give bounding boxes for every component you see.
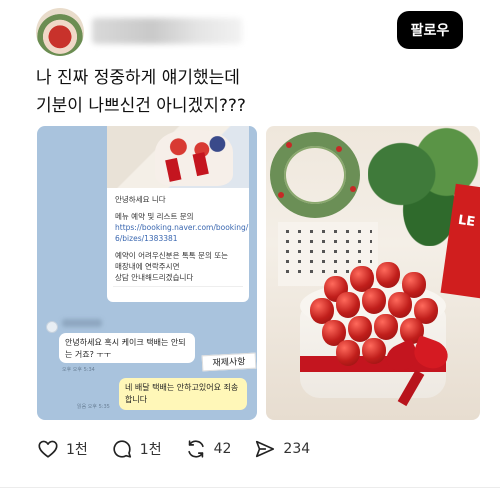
like-count: 1천 (66, 442, 88, 458)
strawberry (362, 288, 386, 314)
post-text-line-2: 기분이 나쁘신건 아니겠지??? (36, 96, 246, 116)
wreath-berry (278, 192, 284, 198)
card-notice-line-1: 예약이 어려우신분은 톡톡 문의 또는 (115, 251, 229, 260)
strawberry (376, 262, 400, 288)
share-button[interactable]: 234 (253, 436, 310, 462)
heart-icon (36, 437, 60, 461)
comment-count: 1천 (139, 442, 162, 458)
card-greeting: 안녕하세요 니다 (115, 195, 166, 204)
share-count: 234 (283, 441, 311, 457)
wreath-decoration (270, 132, 360, 218)
cake-photo-image[interactable]: LE (266, 126, 480, 420)
like-button[interactable]: 1천 (36, 436, 88, 462)
card-notice-line-3: 상담 안내해드리겠습니다 (115, 273, 194, 282)
avatar[interactable] (36, 8, 84, 56)
chat-info-card: 안녕하세요 니다 메뉴 예약 및 리스트 문의 https://booking.… (107, 126, 249, 302)
strawberry (362, 338, 386, 364)
outgoing-message-bubble: 네 배달 택배는 안하고있어요 죄송합니다 (119, 378, 247, 410)
wreath-berry (350, 186, 356, 192)
incoming-time: 오후 오후 5:34 (62, 367, 95, 373)
card-link-line-2: 6/bizes/1383381 (115, 234, 178, 243)
card-footer (113, 286, 243, 296)
strawberry (336, 340, 360, 366)
send-arrow-icon (253, 437, 277, 461)
username-blurred[interactable] (92, 18, 242, 44)
chat-screenshot-image[interactable]: 안녕하세요 니다 메뉴 예약 및 리스트 문의 https://booking.… (37, 126, 257, 420)
post-text-line-1: 나 진짜 정중하게 얘기했는데 (36, 68, 240, 88)
card-text: 안녕하세요 니다 메뉴 예약 및 리스트 문의 https://booking.… (115, 194, 249, 283)
repost-button[interactable]: 42 (184, 436, 232, 462)
card-menu-line: 메뉴 예약 및 리스트 문의 (115, 212, 194, 221)
post: 팔로우 나 진짜 정중하게 얘기했는데 기분이 나쁘신건 아니겠지??? 안녕하… (0, 0, 500, 495)
comment-button[interactable]: 1천 (110, 436, 162, 462)
incoming-message-bubble: 안녕하세요 혹시 케이크 택배는 안되는 거죠? ㅜㅜ (59, 333, 195, 363)
outgoing-time: 읽음 오후 5:35 (77, 404, 110, 410)
wreath-berry (336, 146, 342, 152)
strawberry (336, 292, 360, 318)
chat-sender-name-blurred (62, 319, 102, 327)
card-link-line-1: https://booking.naver.com/booking/ (115, 223, 249, 232)
speech-bubble-icon (110, 437, 134, 461)
action-bar: 1천 1천 42 234 (36, 436, 332, 462)
repost-count: 42 (213, 441, 232, 457)
chat-sender-avatar (46, 321, 58, 333)
handwritten-note: 재제사항 (201, 352, 257, 372)
repost-arrows-icon (184, 437, 208, 461)
follow-button[interactable]: 팔로우 (397, 11, 463, 49)
box-text: LE (457, 212, 477, 231)
post-text: 나 진짜 정중하게 얘기했는데 기분이 나쁘신건 아니겠지??? (36, 64, 476, 120)
card-notice-line-2: 매장내에 연락주시면 (115, 262, 180, 271)
wreath-berry (286, 142, 292, 148)
divider (0, 487, 500, 488)
strawberry (374, 314, 398, 340)
